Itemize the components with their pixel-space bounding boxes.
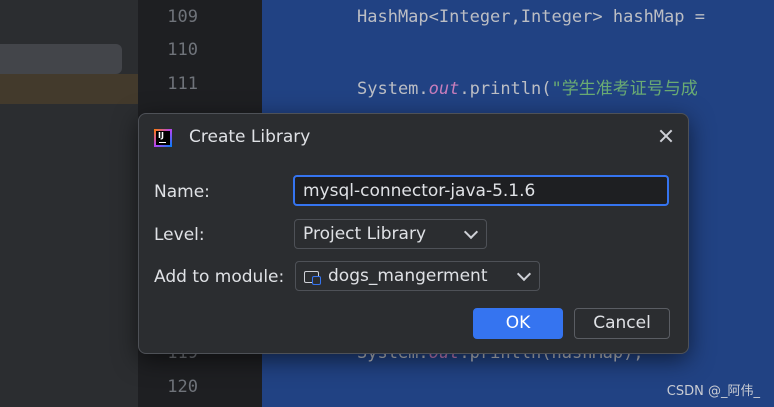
chevron-down-icon: [463, 224, 479, 240]
watermark: CSDN @_阿伟_: [666, 384, 760, 399]
project-tool-window: [0, 0, 138, 407]
line-number: 111: [167, 74, 198, 94]
name-label: Name:: [154, 182, 210, 202]
intellij-app-icon: IJ: [154, 129, 172, 147]
chevron-down-icon: [516, 266, 532, 282]
module-dropdown-value: dogs_mangerment: [328, 266, 488, 286]
code-line-111[interactable]: System.out.println("学生准考证号与成: [357, 74, 698, 99]
line-number: 109: [167, 7, 198, 27]
project-tree-selected-row[interactable]: [0, 44, 122, 74]
project-tree-highlighted-row[interactable]: [0, 74, 138, 104]
line-number: 110: [167, 40, 198, 60]
ok-button[interactable]: OK: [473, 308, 563, 339]
level-label: Level:: [154, 225, 205, 245]
code-line-109[interactable]: HashMap<Integer,Integer> hashMap =: [357, 7, 715, 27]
module-dropdown[interactable]: dogs_mangerment: [295, 261, 540, 291]
close-icon[interactable]: [654, 124, 678, 148]
line-number: 120: [167, 377, 198, 397]
module-label: Add to module:: [154, 267, 285, 287]
module-folder-icon: [304, 269, 321, 285]
create-library-dialog: IJ Create Library Name: Level: Project L…: [138, 113, 689, 354]
library-name-input[interactable]: [293, 175, 669, 206]
level-dropdown[interactable]: Project Library: [294, 219, 487, 249]
cancel-button[interactable]: Cancel: [574, 308, 670, 339]
dialog-title: Create Library: [189, 127, 311, 147]
level-dropdown-value: Project Library: [303, 224, 427, 244]
dialog-titlebar[interactable]: IJ Create Library: [139, 114, 688, 160]
